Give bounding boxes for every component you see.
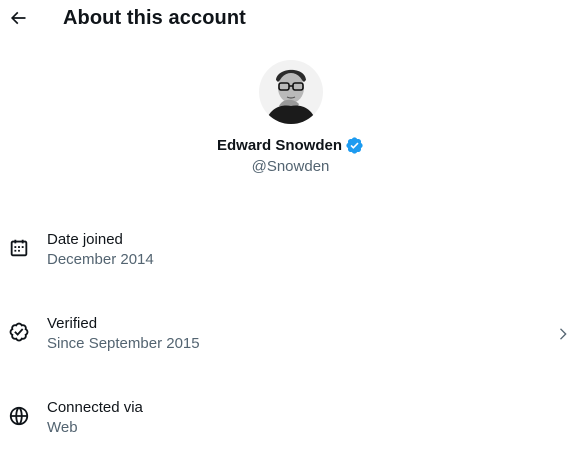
- chevron-right-icon[interactable]: [555, 326, 571, 342]
- page-title: About this account: [63, 7, 246, 29]
- verified-text: Verified Since September 2015: [47, 314, 200, 354]
- verified-label: Verified: [47, 315, 98, 332]
- arrow-left-icon: [10, 11, 26, 25]
- name-row: Edward Snowden: [0, 134, 581, 156]
- connected-via-row: Connected via Web: [0, 398, 581, 458]
- avatar: [258, 60, 323, 124]
- globe-icon: [9, 406, 29, 426]
- verified-value: Since September 2015: [47, 335, 200, 352]
- profile-summary: Edward Snowden @Snowden: [0, 60, 581, 177]
- calendar-icon: [10, 239, 28, 257]
- date-joined-row: Date joined December 2014: [0, 230, 581, 290]
- date-joined-text: Date joined December 2014: [47, 230, 154, 270]
- page-header: About this account: [0, 0, 581, 36]
- connected-via-label: Connected via: [47, 399, 143, 416]
- date-joined-label: Date joined: [47, 231, 123, 248]
- verified-badge-icon: [346, 136, 363, 154]
- user-handle: @Snowden: [251, 158, 330, 175]
- back-button[interactable]: [4, 4, 32, 32]
- display-name: Edward Snowden: [216, 136, 342, 154]
- connected-via-value: Web: [47, 419, 78, 436]
- connected-via-text: Connected via Web: [47, 398, 143, 438]
- date-joined-value: December 2014: [47, 251, 154, 268]
- verified-row[interactable]: Verified Since September 2015: [0, 314, 581, 374]
- verified-check-icon: [9, 322, 29, 342]
